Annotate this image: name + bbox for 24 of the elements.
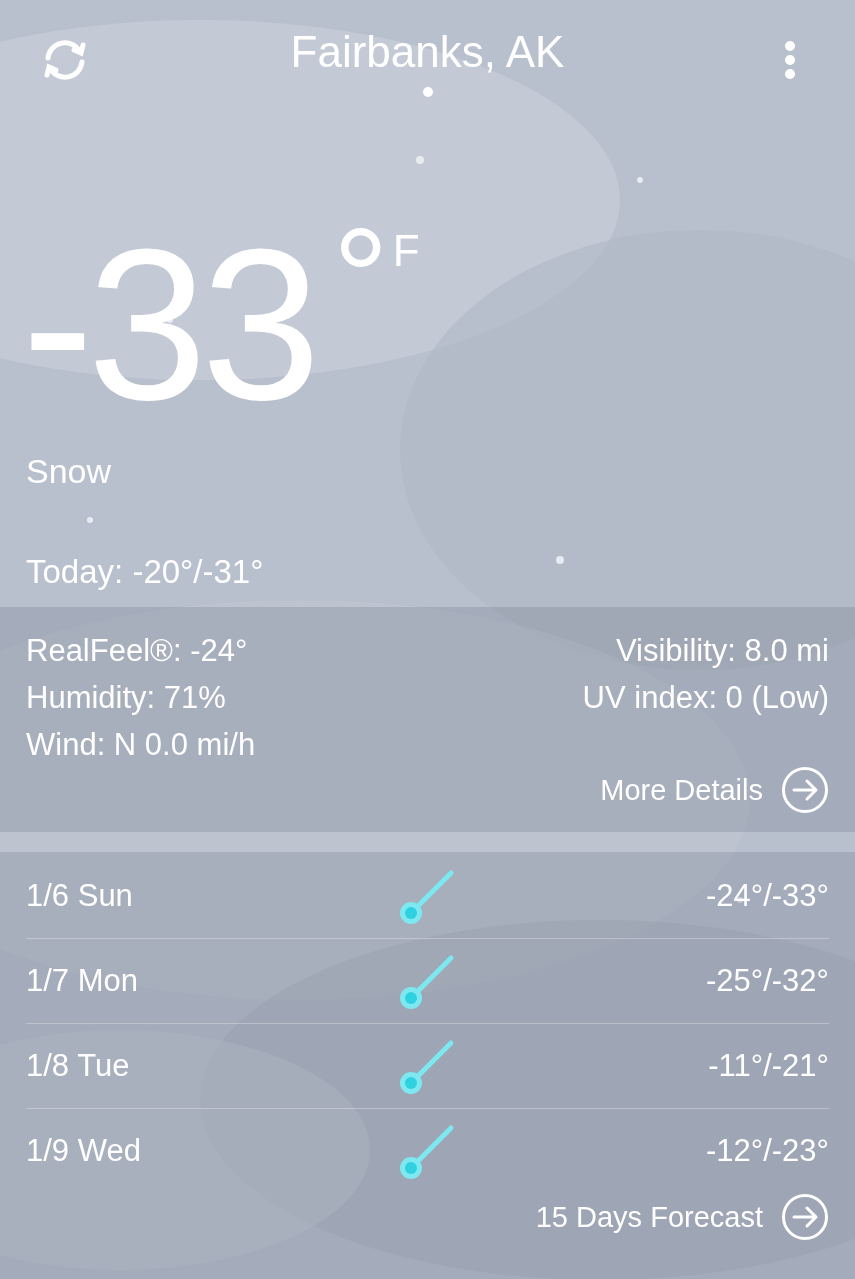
temperature-unit: F [392,226,420,276]
more-details-link[interactable]: More Details [600,766,829,814]
detail-text: RealFeel®: -24° [26,632,248,670]
detail-text: Visibility: 8.0 mi [615,632,829,670]
more-options-icon [784,40,796,80]
arrow-circle-icon [781,1193,829,1241]
forecast-link[interactable]: 15 Days Forecast [535,1193,829,1241]
detail-text: Humidity: 71% [26,679,226,717]
forecast-temps: -24°/-33° [704,878,829,914]
forecast-date: 1/8 Tue [26,1048,131,1084]
forecast-date: 1/7 Mon [26,963,139,999]
forecast-temps: -25°/-32° [704,963,829,999]
degree-symbol: ° [332,208,389,348]
today-range: Today: -20°/-31° [25,553,265,591]
detail-text: Wind: N 0.0 mi/h [26,726,256,764]
forecast-date: 1/9 Wed [26,1133,142,1169]
temperature: -33 [22,220,315,430]
forecast-date: 1/6 Sun [26,878,134,914]
arrow-circle-icon [781,766,829,814]
forecast-temps: -11°/-21° [707,1048,829,1084]
forecast-temps: -12°/-23° [704,1133,829,1169]
weather-condition: Snow [25,452,113,491]
detail-text: UV index: 0 (Low) [582,679,829,717]
city-title: Fairbanks, AK [290,27,565,77]
